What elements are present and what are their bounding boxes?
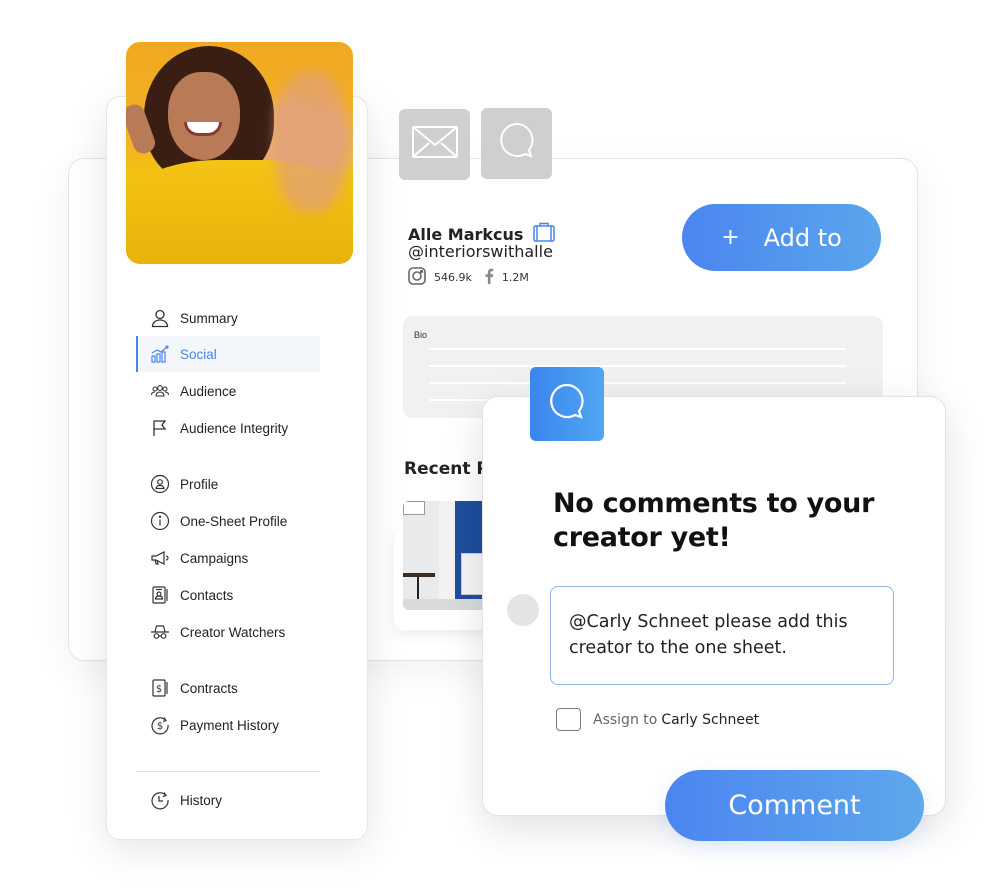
sidebar-item-history[interactable]: History — [136, 782, 320, 818]
sidebar-item-contracts[interactable]: $ Contracts — [136, 670, 320, 706]
avatar — [507, 594, 539, 626]
social-stats: 546.9k 1.2M — [408, 267, 541, 288]
facebook-followers: 1.2M — [501, 271, 529, 284]
bio-label: Bio — [414, 330, 428, 340]
user-icon — [150, 308, 170, 328]
flag-icon — [150, 418, 170, 438]
profile-circle-icon — [150, 474, 170, 494]
assign-row: Assign to Carly Schneet — [556, 708, 759, 731]
sidebar-divider — [136, 771, 320, 772]
comments-tab-icon-tile[interactable] — [530, 367, 604, 441]
sidebar-item-payment-history[interactable]: $ Payment History — [136, 707, 320, 743]
bio-placeholder-line — [429, 348, 846, 350]
bio-placeholder-line — [429, 382, 846, 384]
sidebar-item-label: Profile — [180, 476, 219, 492]
facebook-icon — [484, 268, 502, 287]
chart-icon — [150, 344, 170, 364]
group-icon — [150, 381, 170, 401]
creator-name: Alle Markcus — [408, 224, 524, 244]
sidebar-item-label: Contacts — [180, 587, 234, 603]
svg-text:$: $ — [156, 684, 162, 695]
add-to-label: Add to — [763, 223, 842, 252]
empty-comments-title: No comments to your creator yet! — [553, 488, 875, 553]
instagram-icon — [408, 267, 434, 288]
chat-bubble-icon — [547, 382, 587, 427]
sidebar-item-campaigns[interactable]: Campaigns — [136, 540, 320, 576]
sidebar-item-label: Campaigns — [180, 550, 249, 566]
megaphone-icon — [150, 548, 170, 568]
sidebar-item-label: Social — [180, 346, 217, 362]
sidebar-item-creator-watchers[interactable]: Creator Watchers — [136, 614, 320, 650]
sidebar-item-summary[interactable]: Summary — [136, 300, 320, 336]
spy-icon — [150, 622, 170, 642]
facebook-stat[interactable]: 1.2M — [484, 268, 529, 287]
sidebar-item-label: Audience — [180, 383, 237, 399]
contact-card-icon — [150, 585, 170, 605]
history-icon — [150, 790, 170, 810]
assign-prefix: Assign to — [593, 711, 658, 728]
plus-icon: + — [721, 225, 740, 250]
sidebar-item-contacts[interactable]: Contacts — [136, 577, 320, 613]
sidebar-item-label: History — [180, 792, 223, 808]
sidebar-item-label: Summary — [180, 310, 238, 326]
recent-posts-title: Recent P — [404, 459, 489, 479]
add-to-button[interactable]: + Add to — [682, 204, 881, 271]
recent-post-image[interactable] — [403, 501, 493, 610]
sidebar-item-label: One-Sheet Profile — [180, 513, 288, 529]
sidebar-item-label: Creator Watchers — [180, 624, 286, 640]
sidebar-item-label: Payment History — [180, 717, 280, 733]
mail-icon — [411, 126, 458, 163]
message-button[interactable] — [481, 108, 552, 179]
creator-photo — [126, 42, 353, 264]
creator-handle: @interiorswithalle — [408, 242, 553, 261]
comment-input[interactable]: @Carly Schneet please add this creator t… — [550, 586, 894, 685]
assign-checkbox[interactable] — [556, 708, 581, 731]
comment-button[interactable]: Comment — [665, 770, 924, 841]
contract-icon: $ — [150, 678, 170, 698]
chat-bubble-icon — [497, 121, 537, 166]
payment-history-icon: $ — [150, 715, 170, 735]
email-button[interactable] — [399, 109, 470, 180]
info-icon — [150, 511, 170, 531]
sidebar-item-profile[interactable]: Profile — [136, 466, 320, 502]
sidebar-item-label: Audience Integrity — [180, 420, 289, 436]
sidebar-item-audience-integrity[interactable]: Audience Integrity — [136, 410, 320, 446]
sidebar-item-audience[interactable]: Audience — [136, 373, 320, 409]
bio-placeholder-line — [429, 365, 846, 367]
svg-text:$: $ — [157, 721, 163, 732]
sidebar-item-one-sheet-profile[interactable]: One-Sheet Profile — [136, 503, 320, 539]
sidebar-item-label: Contracts — [180, 680, 238, 696]
instagram-stat[interactable]: 546.9k — [408, 267, 472, 288]
sidebar-item-social[interactable]: Social — [136, 336, 320, 372]
instagram-followers: 546.9k — [434, 271, 472, 284]
assignee-name: Carly Schneet — [661, 711, 760, 728]
